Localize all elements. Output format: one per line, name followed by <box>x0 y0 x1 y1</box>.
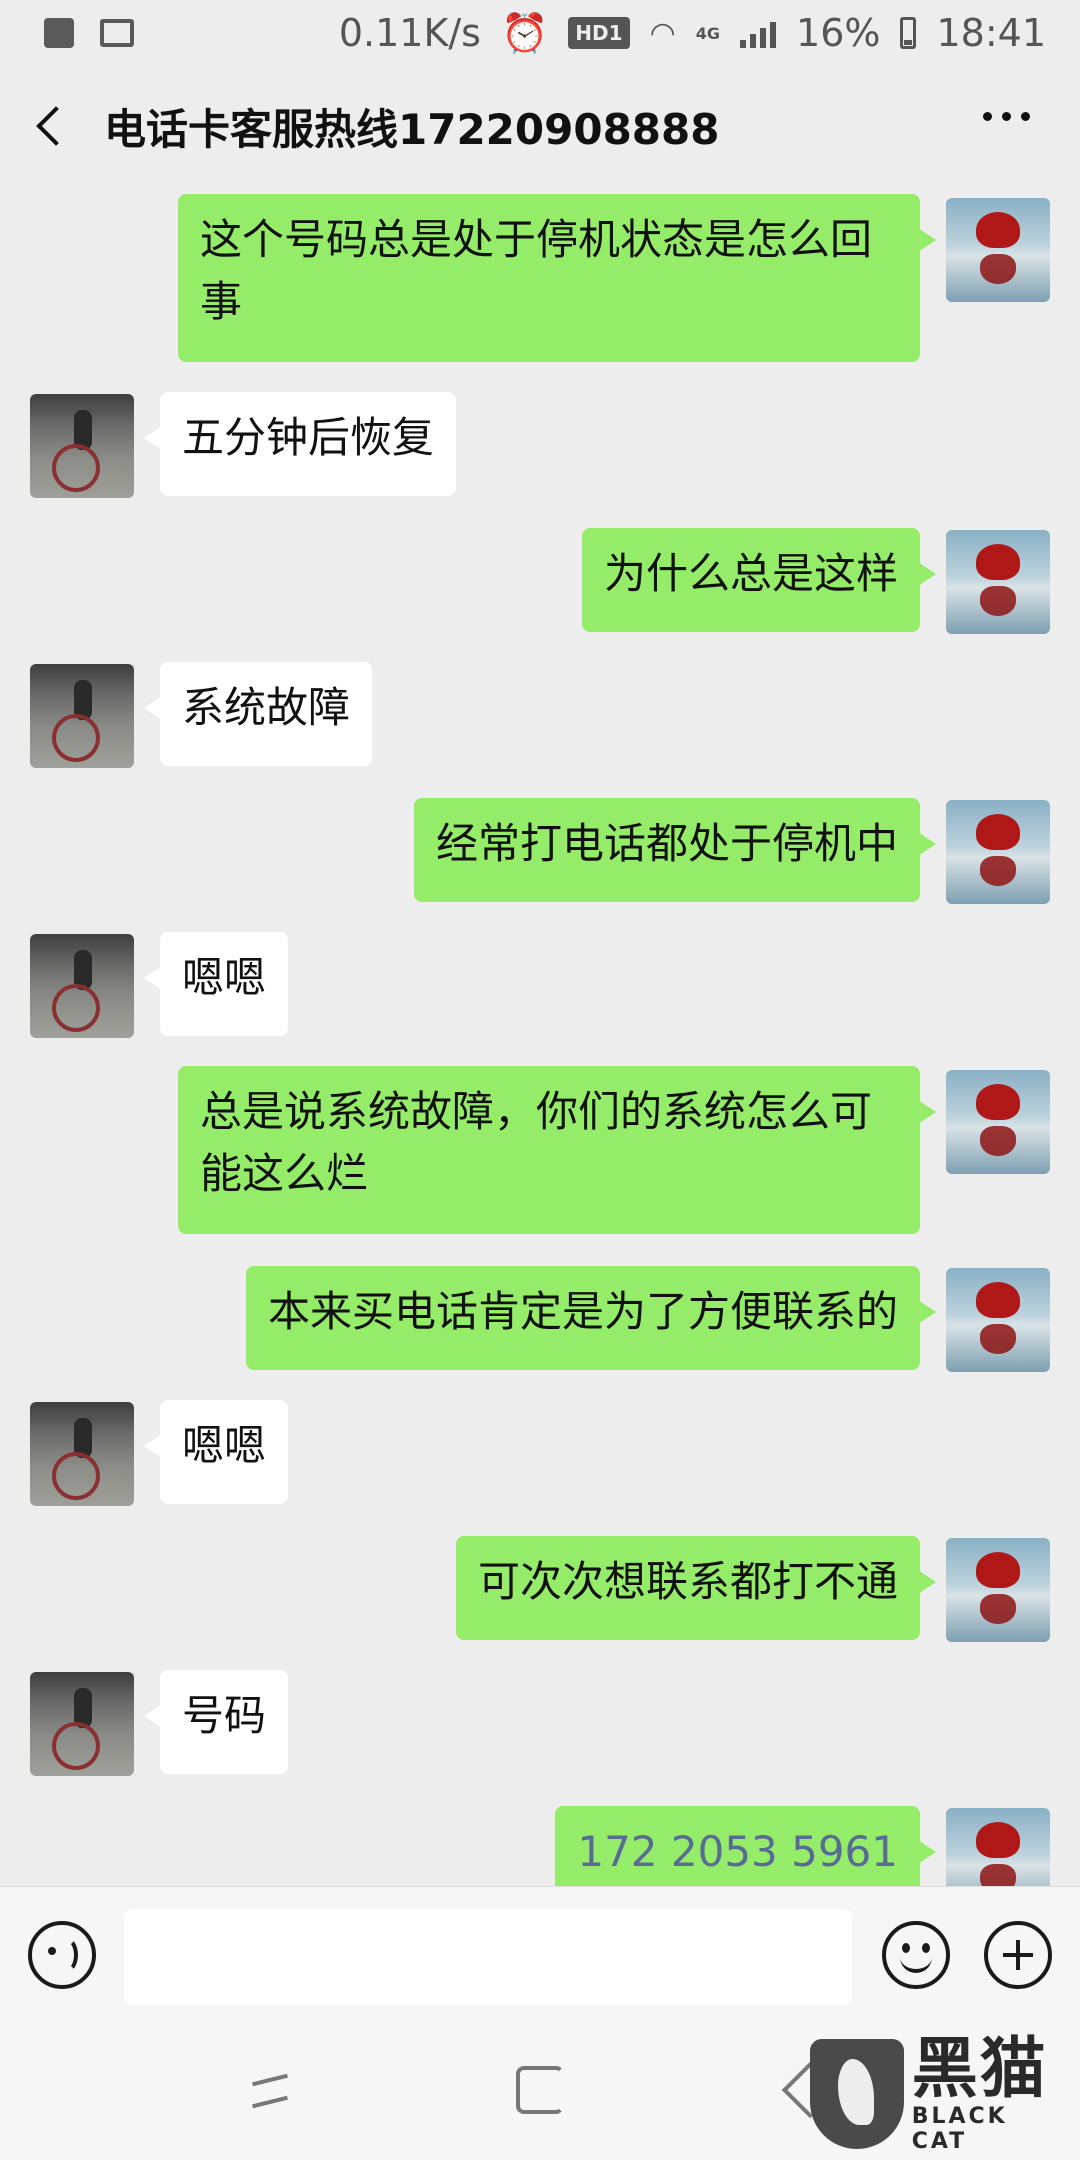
emoji-icon[interactable] <box>882 1921 950 1989</box>
status-bar: 0.11K/s ⏰ HD1 ◠ 4G 16% 18:41 <box>0 0 1080 66</box>
message-row: 总是说系统故障，你们的系统怎么可能这么烂 <box>0 1066 1080 1236</box>
message-row: 本来买电话肯定是为了方便联系的 <box>0 1266 1080 1374</box>
add-more-icon[interactable] <box>984 1921 1052 1989</box>
input-bar <box>0 1886 1080 2016</box>
my-avatar[interactable] <box>946 1808 1050 1886</box>
my-avatar[interactable] <box>946 530 1050 634</box>
hd-badge: HD1 <box>568 17 630 49</box>
message-row: 为什么总是这样 <box>0 528 1080 636</box>
battery-percent: 16% <box>796 11 881 55</box>
message-input[interactable] <box>124 1909 852 2005</box>
message-row: 可次次想联系都打不通 <box>0 1536 1080 1644</box>
notification-message-icon <box>44 18 74 48</box>
message-list[interactable]: 这个号码总是处于停机状态是怎么回事 五分钟后恢复 为什么总是这样 系统故障 经常… <box>0 186 1080 1886</box>
contact-avatar[interactable] <box>30 664 134 768</box>
chat-header: 电话卡客服热线17220908888 <box>0 66 1080 186</box>
voice-input-icon[interactable] <box>28 1921 96 1989</box>
network-type: 4G <box>695 23 721 43</box>
message-row: 五分钟后恢复 <box>0 392 1080 500</box>
message-bubble-outgoing-phone-number[interactable]: 172 2053 5961 <box>555 1806 936 1886</box>
message-bubble-incoming[interactable]: 嗯嗯 <box>143 932 289 1036</box>
message-bubble-outgoing[interactable]: 可次次想联系都打不通 <box>455 1536 937 1640</box>
my-avatar[interactable] <box>946 1538 1050 1642</box>
message-row: 嗯嗯 <box>0 932 1080 1040</box>
signal-icon <box>740 18 777 48</box>
battery-icon <box>900 17 917 49</box>
watermark: 黑猫 BLACK CAT <box>810 2030 1070 2154</box>
contact-avatar[interactable] <box>30 1402 134 1506</box>
contact-avatar[interactable] <box>30 1672 134 1776</box>
clock: 18:41 <box>936 11 1046 55</box>
home-icon[interactable] <box>516 2066 564 2114</box>
message-bubble-outgoing[interactable]: 这个号码总是处于停机状态是怎么回事 <box>178 194 936 362</box>
message-bubble-incoming[interactable]: 嗯嗯 <box>143 1400 289 1504</box>
black-cat-logo-icon <box>810 2039 904 2149</box>
contact-avatar[interactable] <box>30 394 134 498</box>
wifi-icon: ◠ <box>649 15 676 51</box>
watermark-cn: 黑猫 <box>911 2030 1048 2107</box>
message-bubble-incoming[interactable]: 号码 <box>143 1670 289 1774</box>
network-speed: 0.11K/s <box>338 11 481 55</box>
my-avatar[interactable] <box>946 800 1050 904</box>
message-bubble-outgoing[interactable]: 本来买电话肯定是为了方便联系的 <box>245 1266 937 1370</box>
message-bubble-outgoing[interactable]: 总是说系统故障，你们的系统怎么可能这么烂 <box>178 1066 936 1234</box>
back-arrow-icon[interactable] <box>30 106 70 146</box>
message-row: 嗯嗯 <box>0 1400 1080 1508</box>
message-row: 号码 <box>0 1670 1080 1778</box>
message-row: 172 2053 5961 <box>0 1806 1080 1886</box>
alarm-icon: ⏰ <box>500 10 549 55</box>
my-avatar[interactable] <box>946 1070 1050 1174</box>
message-bubble-incoming[interactable]: 系统故障 <box>143 662 373 766</box>
my-avatar[interactable] <box>946 1268 1050 1372</box>
message-bubble-outgoing[interactable]: 为什么总是这样 <box>581 528 937 632</box>
my-avatar[interactable] <box>946 198 1050 302</box>
watermark-en: BLACK CAT <box>911 2104 1008 2154</box>
message-bubble-outgoing[interactable]: 经常打电话都处于停机中 <box>413 798 937 902</box>
message-row: 系统故障 <box>0 662 1080 770</box>
more-options-icon[interactable] <box>983 112 1030 121</box>
message-row: 经常打电话都处于停机中 <box>0 798 1080 906</box>
message-row: 这个号码总是处于停机状态是怎么回事 <box>0 194 1080 364</box>
chat-title: 电话卡客服热线17220908888 <box>104 105 720 154</box>
recent-apps-icon[interactable] <box>246 2072 292 2112</box>
notification-image-icon <box>100 19 134 47</box>
message-bubble-incoming[interactable]: 五分钟后恢复 <box>143 392 457 496</box>
contact-avatar[interactable] <box>30 934 134 1038</box>
